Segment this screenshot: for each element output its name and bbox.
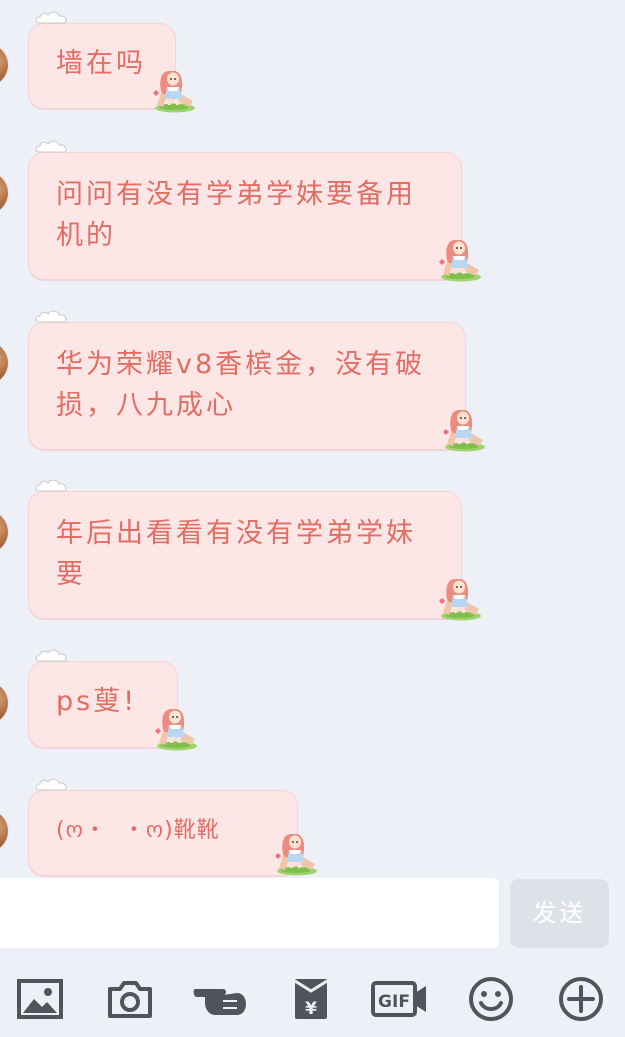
image-icon[interactable] (16, 975, 64, 1023)
avatar[interactable] (0, 511, 8, 553)
message-bubble[interactable]: ps蓃! (28, 649, 197, 751)
send-button[interactable]: 发送 (510, 879, 609, 948)
avatar[interactable] (0, 810, 8, 852)
message-bubble[interactable]: 华为荣耀v8香槟金，没有破 损，八九成心 (28, 310, 485, 452)
message-text: 墙在吗 (56, 48, 146, 79)
composer: 发送 (0, 878, 625, 954)
avatar[interactable] (0, 44, 8, 86)
message-bubble[interactable]: (ო・ ・ო)靴靴 (28, 778, 317, 876)
message-text: 问问有没有学弟学妹要备用 机的 (56, 179, 416, 251)
camera-icon[interactable] (106, 975, 154, 1023)
svg-text:GIF: GIF (378, 992, 410, 1012)
cloud-decoration-icon (35, 140, 67, 153)
svg-text:¥: ¥ (305, 999, 317, 1019)
gif-icon[interactable]: GIF (371, 975, 429, 1023)
cloud-decoration-icon (35, 310, 67, 323)
message-bubble[interactable]: 年后出看看有没有学弟学妹 要 (28, 479, 481, 621)
girl-sticker-icon (153, 71, 195, 113)
girl-sticker-icon (155, 709, 197, 751)
red-packet-icon[interactable]: ¥ (287, 975, 335, 1023)
message-bubble[interactable]: 问问有没有学弟学妹要备用 机的 (28, 140, 481, 282)
cloud-decoration-icon (35, 11, 67, 24)
cloud-decoration-icon (35, 479, 67, 492)
toolbar: ¥ GIF (0, 955, 625, 1037)
message-text: ps蓃! (56, 686, 138, 717)
girl-sticker-icon (439, 240, 481, 282)
message-bubble[interactable]: 墙在吗 (28, 11, 195, 113)
avatar[interactable] (0, 172, 8, 214)
avatar[interactable] (0, 682, 8, 724)
poke-hand-icon[interactable] (193, 975, 249, 1023)
plus-icon[interactable] (557, 975, 605, 1023)
message-text: 华为荣耀v8香槟金，没有破 损，八九成心 (56, 349, 426, 421)
girl-sticker-icon (275, 834, 317, 876)
cloud-decoration-icon (35, 649, 67, 662)
avatar[interactable] (0, 342, 8, 384)
message-text: 年后出看看有没有学弟学妹 要 (56, 518, 416, 590)
girl-sticker-icon (439, 579, 481, 621)
girl-sticker-icon (443, 410, 485, 452)
cloud-decoration-icon (35, 778, 67, 791)
emoji-icon[interactable] (467, 975, 515, 1023)
message-input[interactable] (0, 878, 499, 948)
chat-history[interactable]: 墙在吗 问问有没有学弟学妹要备用 机的 华为荣耀v8香槟金，没有破 损，八九成心… (0, 0, 625, 878)
message-text: (ო・ ・ო)靴靴 (56, 818, 220, 843)
